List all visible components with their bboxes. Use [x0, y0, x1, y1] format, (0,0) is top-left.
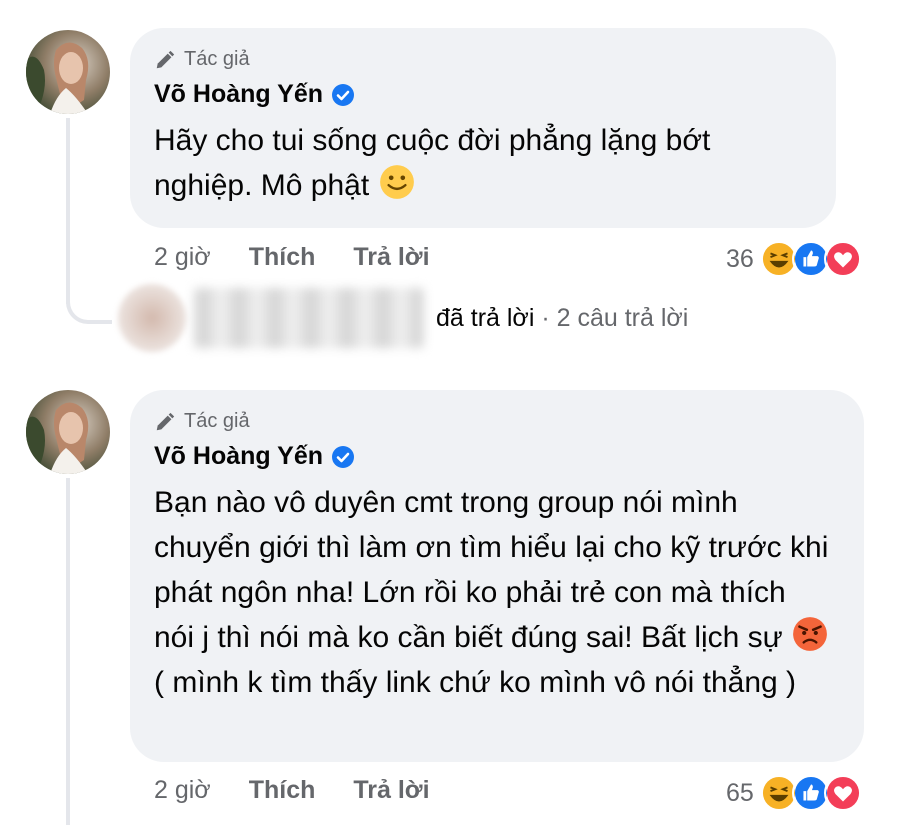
author-badge: Tác giả — [154, 410, 250, 433]
reaction-summary[interactable]: 36 — [726, 240, 862, 278]
thread-connector — [66, 478, 70, 825]
comment-text: Hãy cho tui sống cuộc đời phẳng lặng bớt… — [154, 124, 711, 202]
reply-action-text: đã trả lời — [436, 303, 535, 332]
author-badge: Tác giả — [154, 48, 250, 71]
pencil-icon — [156, 50, 175, 68]
like-button[interactable]: Thích — [249, 243, 316, 272]
pencil-icon — [156, 412, 175, 430]
replier-name-redacted — [194, 288, 424, 348]
slightly-smiling-face-icon — [379, 165, 414, 199]
author-name[interactable]: Võ Hoàng Yến — [154, 80, 323, 109]
love-reaction-icon — [823, 240, 862, 278]
like-button[interactable]: Thích — [249, 776, 316, 805]
replier-avatar — [118, 284, 186, 352]
author-badge-label: Tác giả — [184, 48, 250, 70]
thread-connector — [66, 118, 70, 304]
comment-bubble: Tác giả Võ Hoàng Yến Bạn nào vô duyên cm… — [130, 390, 864, 762]
angry-face-icon — [793, 617, 827, 651]
comment-time[interactable]: 2 giờ — [154, 243, 211, 272]
reply-count: 2 câu trả lời — [556, 303, 689, 332]
verified-badge-icon — [332, 83, 355, 106]
comment-time[interactable]: 2 giờ — [154, 776, 211, 805]
reaction-count: 65 — [726, 778, 754, 807]
reply-button[interactable]: Trả lời — [353, 776, 429, 805]
reply-button[interactable]: Trả lời — [353, 243, 429, 272]
comment-bubble: Tác giả Võ Hoàng Yến Hãy cho tui sống cu… — [130, 28, 836, 228]
author-badge-label: Tác giả — [184, 410, 250, 432]
thread-connector-curve — [66, 300, 112, 324]
reaction-summary[interactable]: 65 — [726, 774, 862, 812]
author-avatar[interactable] — [26, 30, 110, 114]
view-replies-link[interactable]: đã trả lời · 2 câu trả lời — [118, 284, 688, 352]
author-avatar[interactable] — [26, 390, 110, 474]
author-name[interactable]: Võ Hoàng Yến — [154, 442, 323, 471]
verified-badge-icon — [332, 445, 355, 468]
love-reaction-icon — [823, 774, 862, 812]
reply-separator: · — [541, 303, 550, 332]
comment-text: Bạn nào vô duyên cmt trong group nói mìn… — [154, 486, 829, 699]
reaction-count: 36 — [726, 244, 754, 273]
